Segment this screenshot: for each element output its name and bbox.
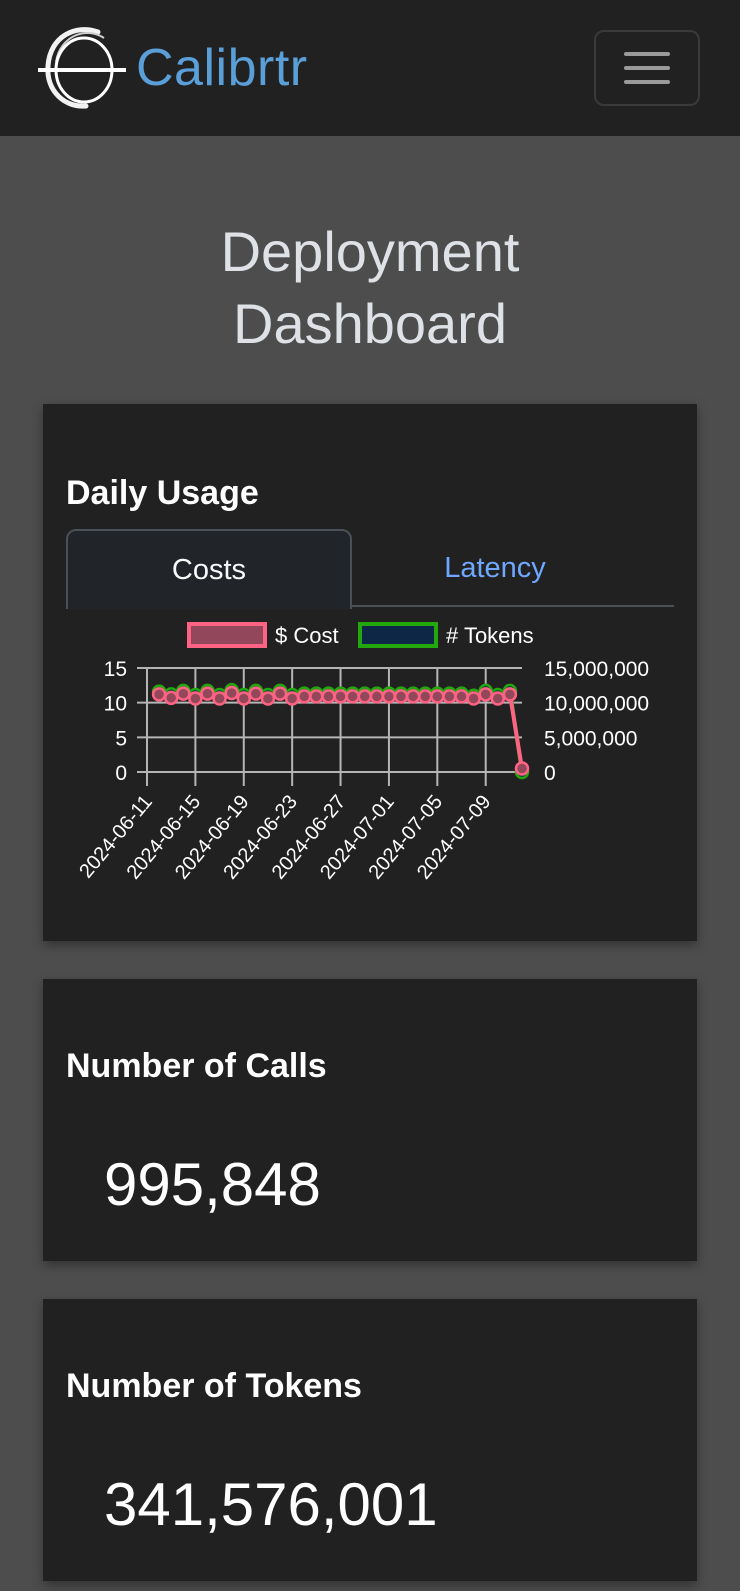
hamburger-menu-icon <box>624 66 670 70</box>
legend-tokens-swatch <box>358 622 438 648</box>
cost-data-point <box>381 689 397 704</box>
page-title-line2: Dashboard <box>233 292 507 355</box>
cost-data-point <box>272 686 288 701</box>
cost-data-point <box>297 689 312 704</box>
cost-data-point <box>224 685 239 701</box>
cost-data-point <box>369 689 385 704</box>
cost-data-point <box>393 689 409 704</box>
daily-usage-title: Daily Usage <box>66 474 259 512</box>
cost-data-point <box>248 686 264 701</box>
brand-name: Calibrtr <box>136 39 308 97</box>
y-left-tick-label: 0 <box>115 762 127 785</box>
legend-cost-swatch <box>187 622 267 648</box>
legend-cost-label: $ Cost <box>275 623 339 648</box>
y-left-tick-label: 15 <box>104 658 127 681</box>
hamburger-menu-icon <box>624 52 670 56</box>
cost-data-point <box>284 691 300 706</box>
cost-data-point <box>321 689 336 704</box>
cost-data-point <box>345 689 360 704</box>
page-title: Deployment Dashboard <box>0 216 740 360</box>
cost-data-point <box>405 689 421 704</box>
cost-data-point <box>466 691 481 706</box>
page-title-line1: Deployment <box>220 220 520 283</box>
cost-data-point <box>260 691 276 706</box>
tab-latency[interactable]: Latency <box>352 529 638 607</box>
number-of-tokens-title: Number of Tokens <box>66 1367 362 1405</box>
number-of-tokens-card: Number of Tokens 341,576,001 <box>43 1299 697 1581</box>
chart-svg: $ Cost # Tokens 0 0 5 5,000,000 10 10,000,000 15… <box>75 622 649 884</box>
cost-data-point <box>200 686 215 701</box>
cost-data-point <box>163 690 179 706</box>
legend-tokens-label: # Tokens <box>446 623 534 648</box>
cost-data-point <box>333 689 348 704</box>
cost-data-point <box>236 691 252 706</box>
calibrtr-logo-icon <box>38 27 126 109</box>
navbar: Calibrtr <box>0 0 740 136</box>
usage-tabs: Costs Latency <box>66 529 674 609</box>
daily-usage-chart: $ Cost # Tokens 0 0 5 5,000,000 10 10,000,000 15… <box>66 607 660 907</box>
cost-data-point <box>309 689 324 704</box>
brand-link[interactable]: Calibrtr <box>36 26 308 110</box>
menu-toggle-button[interactable] <box>594 30 700 106</box>
cost-data-point <box>212 691 227 706</box>
y-left-tick-label: 10 <box>104 693 127 716</box>
y-right-tick-label: 15,000,000 <box>544 658 649 681</box>
number-of-calls-title: Number of Calls <box>66 1047 327 1085</box>
cost-data-point <box>442 689 457 704</box>
cost-data-point <box>490 691 506 706</box>
cost-data-point <box>514 761 530 776</box>
cost-data-point <box>417 689 433 704</box>
daily-usage-card: Daily Usage Costs Latency $ Cost # Tokens… <box>43 404 697 941</box>
cost-data-point <box>188 691 203 706</box>
y-right-tick-label: 10,000,000 <box>544 693 649 716</box>
cost-data-point <box>430 689 445 704</box>
cost-data-point <box>454 689 469 704</box>
y-left-tick-label: 5 <box>115 727 127 750</box>
y-right-tick-label: 0 <box>544 762 556 785</box>
cost-data-point <box>151 687 167 702</box>
hamburger-menu-icon <box>624 80 670 84</box>
number-of-calls-card: Number of Calls 995,848 <box>43 979 697 1261</box>
cost-data-point <box>357 689 372 704</box>
number-of-tokens-value: 341,576,001 <box>104 1471 438 1538</box>
number-of-calls-value: 995,848 <box>104 1151 321 1218</box>
tab-costs[interactable]: Costs <box>66 529 352 609</box>
y-right-tick-label: 5,000,000 <box>544 727 637 750</box>
cost-data-point <box>502 687 518 702</box>
cost-data-point <box>478 687 493 702</box>
cost-data-point <box>176 686 191 701</box>
